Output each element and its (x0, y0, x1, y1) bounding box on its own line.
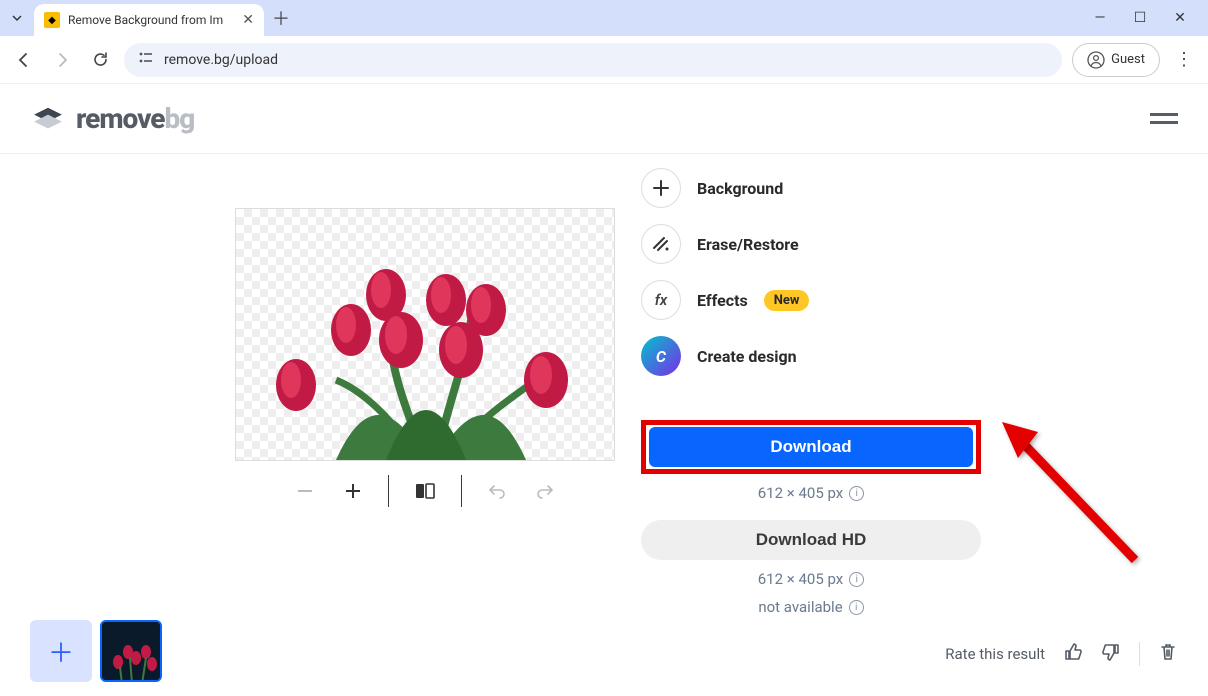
effects-action[interactable]: fx Effects New (641, 272, 981, 328)
zoom-out-button[interactable] (296, 482, 314, 500)
image-thumbnail[interactable] (100, 620, 162, 682)
undo-button[interactable] (488, 483, 506, 499)
action-label: Create design (697, 347, 797, 366)
main-content: Background Erase/Restore fx Effects New … (0, 154, 1208, 696)
download-hd-dimensions: 612 × 405 px i (641, 570, 981, 588)
rate-strip: Rate this result (945, 642, 1178, 666)
erase-restore-action[interactable]: Erase/Restore (641, 216, 981, 272)
tab-list-dropdown[interactable] (0, 0, 34, 36)
site-logo[interactable]: removebg (30, 102, 194, 135)
tab-close-icon[interactable]: ✕ (242, 12, 254, 28)
url-bar[interactable]: remove.bg/upload (124, 43, 1062, 77)
browser-menu-button[interactable]: ⋮ (1170, 49, 1198, 70)
minimize-icon[interactable]: — (1092, 10, 1108, 26)
delete-button[interactable] (1158, 642, 1178, 666)
right-panel: Background Erase/Restore fx Effects New … (641, 154, 981, 696)
fx-icon: fx (641, 280, 681, 320)
browser-toolbar: remove.bg/upload Guest ⋮ (0, 36, 1208, 84)
window-controls: — ☐ ✕ (1092, 10, 1208, 26)
browser-tab-bar: ◆ Remove Background from Im ✕ ＋ — ☐ ✕ (0, 0, 1208, 36)
reload-button[interactable] (86, 46, 114, 74)
info-icon[interactable]: i (849, 572, 864, 587)
info-icon[interactable]: i (849, 600, 864, 615)
add-image-button[interactable]: ＋ (30, 620, 92, 682)
site-header: removebg (0, 84, 1208, 154)
redo-button[interactable] (536, 483, 554, 499)
download-hd-unavailable: not available i (641, 598, 981, 616)
canvas-area (235, 154, 615, 696)
forward-button[interactable] (48, 46, 76, 74)
thumbs-down-button[interactable] (1101, 642, 1121, 666)
profile-button[interactable]: Guest (1072, 43, 1160, 77)
info-icon[interactable]: i (849, 486, 864, 501)
download-dimensions: 612 × 405 px i (641, 484, 981, 502)
zoom-in-button[interactable] (344, 482, 362, 500)
download-button[interactable]: Download (649, 427, 973, 467)
canva-icon: C (641, 336, 681, 376)
new-tab-button[interactable]: ＋ (272, 5, 290, 31)
download-hd-button[interactable]: Download HD (641, 520, 981, 560)
rate-label: Rate this result (945, 645, 1045, 663)
annotation-highlight: Download (641, 420, 981, 474)
download-section: Download 612 × 405 px i Download HD 612 … (641, 420, 981, 616)
image-preview[interactable] (235, 208, 615, 461)
profile-label: Guest (1111, 52, 1145, 67)
tab-title: Remove Background from Im (68, 13, 234, 27)
preview-image (236, 210, 615, 460)
action-label: Effects (697, 291, 748, 310)
separator (1139, 642, 1140, 666)
maximize-icon[interactable]: ☐ (1132, 10, 1148, 26)
thumbnail-strip: ＋ (30, 620, 162, 682)
compare-button[interactable] (415, 482, 435, 500)
create-design-action[interactable]: C Create design (641, 328, 981, 384)
action-label: Background (697, 179, 783, 198)
site-settings-icon[interactable] (138, 51, 154, 69)
preview-toolbar (235, 461, 615, 521)
background-action[interactable]: Background (641, 160, 981, 216)
browser-tab[interactable]: ◆ Remove Background from Im ✕ (34, 4, 264, 36)
plus-icon (641, 168, 681, 208)
back-button[interactable] (10, 46, 38, 74)
action-label: Erase/Restore (697, 235, 799, 254)
menu-button[interactable] (1150, 113, 1178, 124)
thumbs-up-button[interactable] (1063, 642, 1083, 666)
url-text: remove.bg/upload (164, 52, 278, 68)
logo-text: removebg (76, 102, 194, 135)
logo-icon (30, 106, 66, 132)
new-badge: New (764, 290, 810, 311)
close-window-icon[interactable]: ✕ (1172, 10, 1188, 26)
erase-icon (641, 224, 681, 264)
tab-favicon: ◆ (44, 12, 60, 28)
